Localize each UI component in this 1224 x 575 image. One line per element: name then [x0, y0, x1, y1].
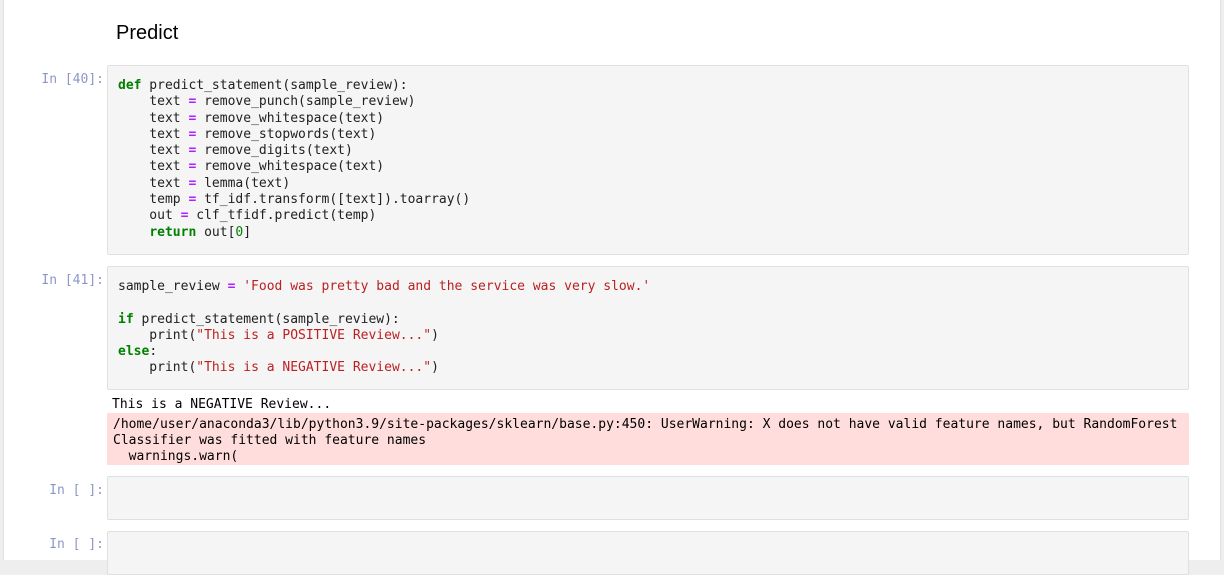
- cell-output-stdout: This is a NEGATIVE Review...: [112, 397, 332, 412]
- cell-prompt-empty-2: In [ ]:: [49, 537, 104, 552]
- code-cell-40[interactable]: def predict_statement(sample_review): te…: [107, 65, 1189, 255]
- code-editor-41[interactable]: sample_review = 'Food was pretty bad and…: [108, 267, 1188, 377]
- code-editor-40[interactable]: def predict_statement(sample_review): te…: [108, 66, 1188, 241]
- cell-output-stderr: /home/user/anaconda3/lib/python3.9/site-…: [107, 413, 1189, 465]
- code-cell-41[interactable]: sample_review = 'Food was pretty bad and…: [107, 266, 1189, 390]
- code-cell-empty-2[interactable]: [107, 531, 1189, 575]
- keyword-def: def: [118, 78, 142, 93]
- code-cell-empty-1[interactable]: [107, 476, 1189, 520]
- cell-prompt-40: In [40]:: [41, 72, 104, 87]
- cell-prompt-empty-1: In [ ]:: [49, 483, 104, 498]
- section-heading: Predict: [116, 22, 179, 44]
- cell-prompt-41: In [41]:: [41, 273, 104, 288]
